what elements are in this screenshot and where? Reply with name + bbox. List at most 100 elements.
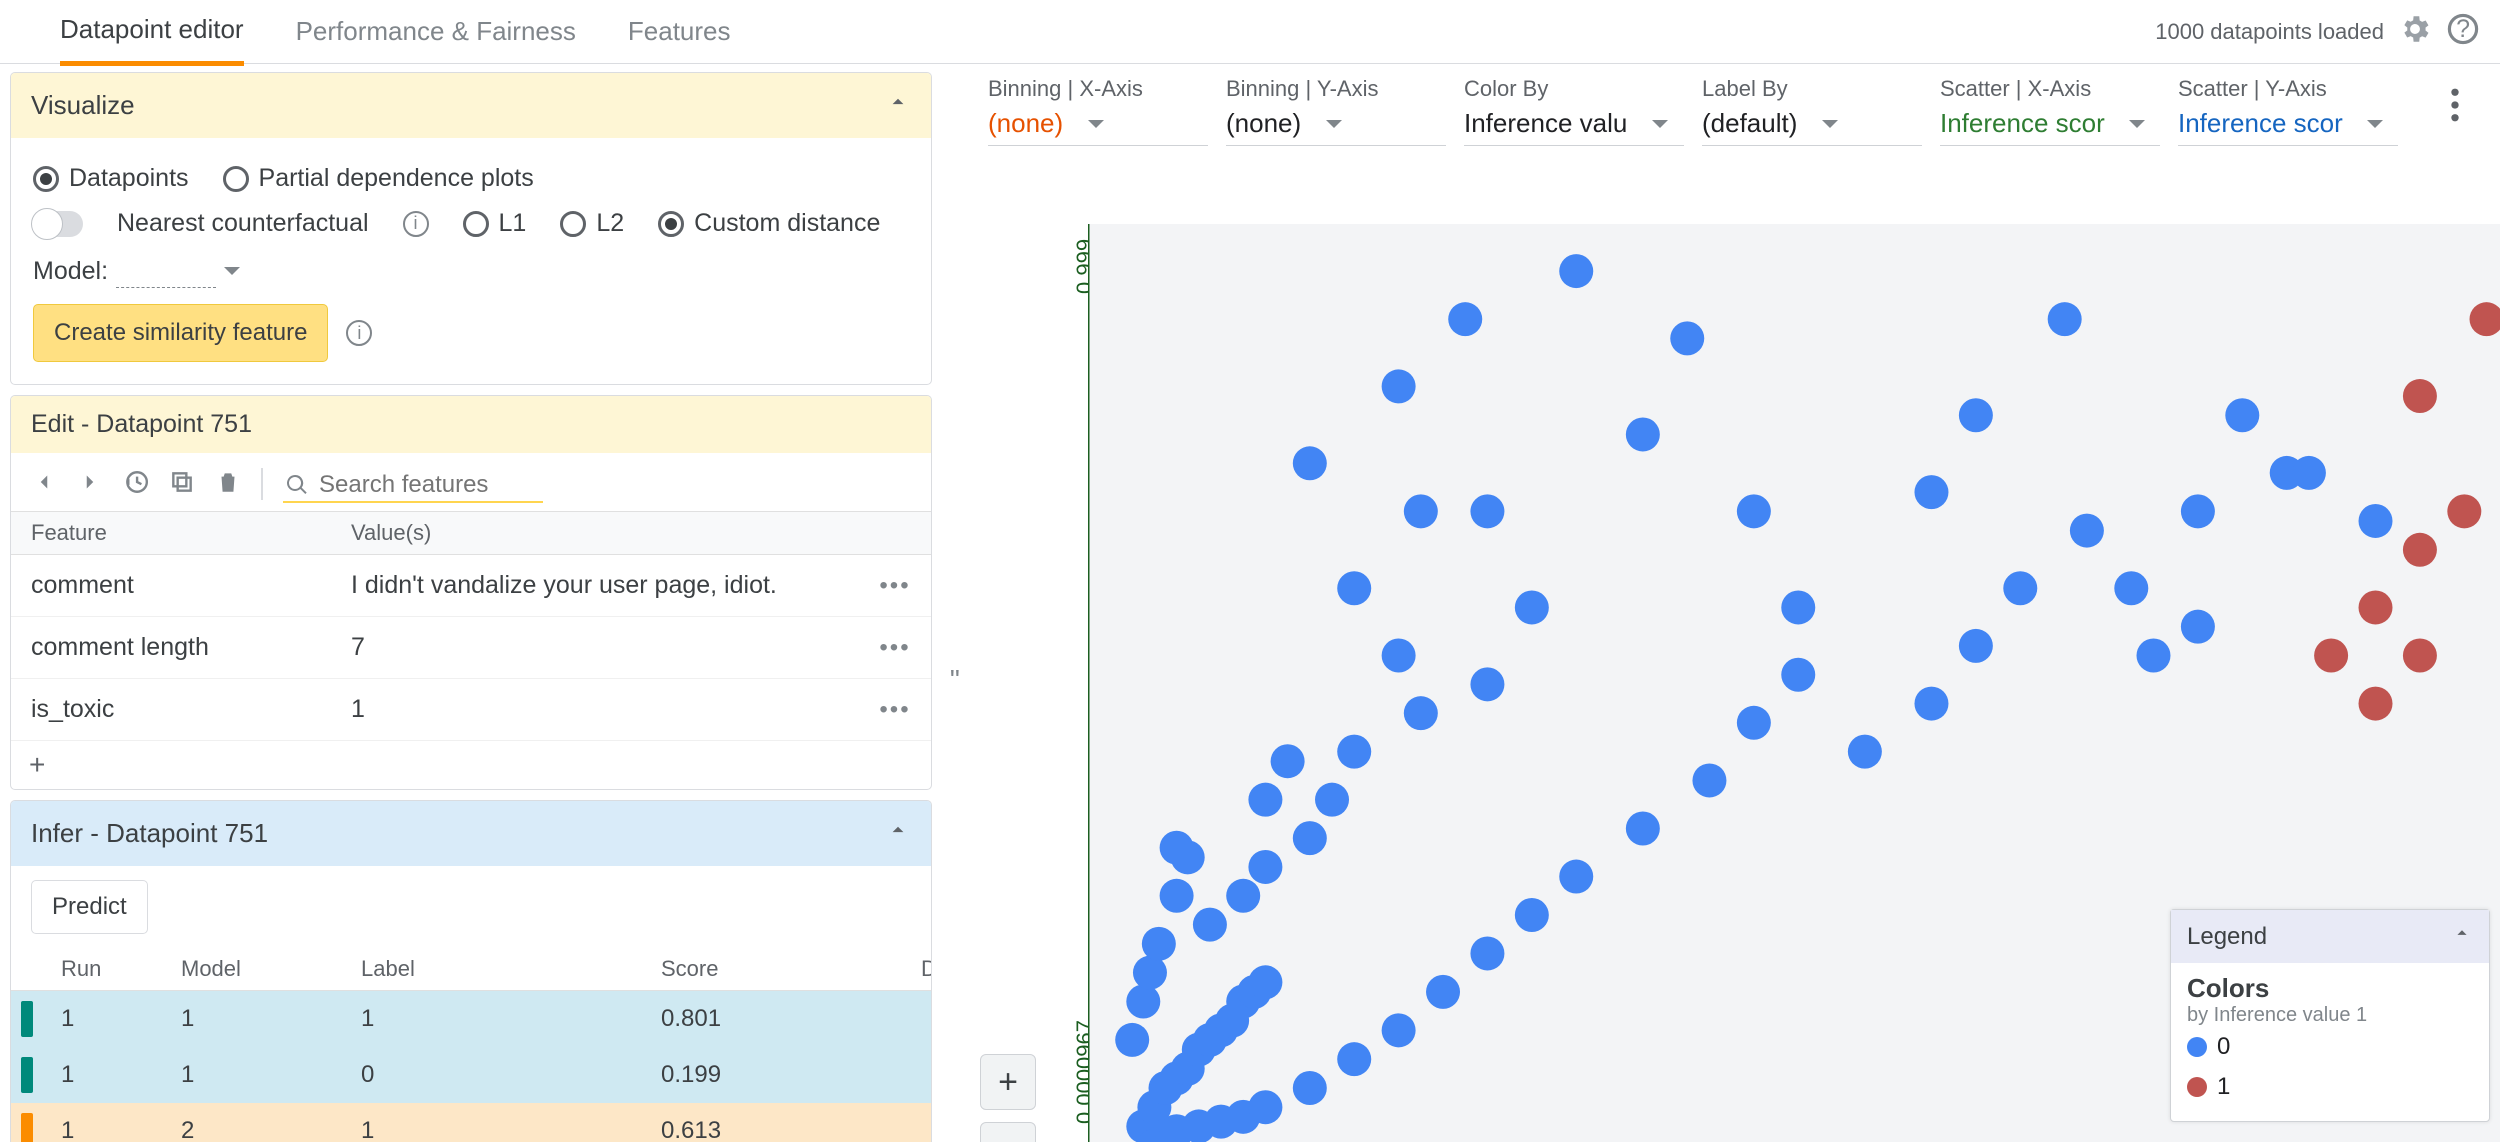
row-menu-icon[interactable]: ••• <box>831 572 911 600</box>
scatter-point[interactable] <box>1959 629 1993 663</box>
scatter-point[interactable] <box>1337 735 1371 769</box>
scatter-point[interactable] <box>1193 908 1227 942</box>
create-similarity-button[interactable]: Create similarity feature <box>33 304 328 362</box>
scatter-point[interactable] <box>1737 494 1771 528</box>
infer-row[interactable]: 1110.801 <box>11 991 931 1047</box>
toggle-nearest-counterfactual[interactable] <box>33 211 83 237</box>
scatter-point[interactable] <box>1248 783 1282 817</box>
scatter-point[interactable] <box>1670 321 1704 355</box>
radio-datapoints[interactable]: Datapoints <box>33 164 189 193</box>
scatter-point[interactable] <box>2447 494 2481 528</box>
feature-row[interactable]: commentI didn't vandalize your user page… <box>11 555 931 617</box>
radio-l2[interactable]: L2 <box>560 209 624 238</box>
scatter-point[interactable] <box>1515 898 1549 932</box>
radio-pdp[interactable]: Partial dependence plots <box>223 164 534 193</box>
feature-row[interactable]: comment length7••• <box>11 617 931 679</box>
search-features-input[interactable] <box>283 465 543 503</box>
scatter-point[interactable] <box>1914 687 1948 721</box>
model-select[interactable]: Model: <box>33 254 240 288</box>
scatter-point[interactable] <box>1248 850 1282 884</box>
viz-control[interactable]: Binning | X-Axis(none) <box>988 76 1208 146</box>
vc-value[interactable]: Inference scor <box>1940 106 2160 146</box>
radio-custom-distance[interactable]: Custom distance <box>658 209 880 238</box>
scatter-point[interactable] <box>1293 446 1327 480</box>
scatter-point[interactable] <box>1248 965 1282 999</box>
scatter-point[interactable] <box>1271 744 1305 778</box>
scatter-point[interactable] <box>1160 879 1194 913</box>
scatter-point[interactable] <box>2181 610 2215 644</box>
viz-control[interactable]: Binning | Y-Axis(none) <box>1226 76 1446 146</box>
scatter-point[interactable] <box>1404 696 1438 730</box>
scatter-point[interactable] <box>2403 379 2437 413</box>
scatter-point[interactable] <box>1914 475 1948 509</box>
copy-icon[interactable] <box>169 469 195 500</box>
scatter-point[interactable] <box>1115 1023 1149 1057</box>
scatter-point[interactable] <box>2070 514 2104 548</box>
delete-icon[interactable] <box>215 469 241 500</box>
scatter-point[interactable] <box>1959 398 1993 432</box>
scatter-point[interactable] <box>1404 494 1438 528</box>
scatter-point[interactable] <box>1781 658 1815 692</box>
scatter-point[interactable] <box>1142 927 1176 961</box>
vc-value[interactable]: (default) <box>1702 106 1922 146</box>
prev-icon[interactable] <box>31 469 57 500</box>
help-icon[interactable]: ? <box>2446 12 2480 52</box>
pane-splitter[interactable]: " <box>942 64 968 1142</box>
scatter-point[interactable] <box>1226 879 1260 913</box>
scatter-point[interactable] <box>1781 590 1815 624</box>
legend-header[interactable]: Legend <box>2171 910 2489 963</box>
scatter-point[interactable] <box>1626 812 1660 846</box>
scatter-point[interactable] <box>1448 302 1482 336</box>
scatter-point[interactable] <box>2314 639 2348 673</box>
info-icon[interactable]: i <box>403 211 429 237</box>
scatter-point[interactable] <box>1337 1042 1371 1076</box>
scatter-point[interactable] <box>1470 494 1504 528</box>
scatter-point[interactable] <box>1382 369 1416 403</box>
scatter-point[interactable] <box>1470 667 1504 701</box>
history-icon[interactable] <box>123 469 149 500</box>
tab-performance-fairness[interactable]: Performance & Fairness <box>296 0 576 63</box>
info-icon[interactable]: i <box>346 320 372 346</box>
viz-control[interactable]: Label By(default) <box>1702 76 1922 146</box>
tab-datapoint-editor[interactable]: Datapoint editor <box>60 0 244 66</box>
vc-value[interactable]: Inference valu <box>1464 106 1684 146</box>
viz-menu-icon[interactable] <box>2450 76 2480 128</box>
chevron-up-icon[interactable] <box>885 817 911 850</box>
zoom-out-button[interactable]: − <box>980 1122 1036 1142</box>
scatter-point[interactable] <box>1382 639 1416 673</box>
feature-value[interactable]: 1 <box>351 695 831 724</box>
scatter-point[interactable] <box>1293 1071 1327 1105</box>
scatter-point[interactable] <box>1470 936 1504 970</box>
scatter-point[interactable] <box>1160 831 1194 865</box>
scatter-point[interactable] <box>2359 504 2393 538</box>
gear-icon[interactable] <box>2398 12 2432 52</box>
tab-features[interactable]: Features <box>628 0 731 63</box>
chevron-up-icon[interactable] <box>885 89 911 122</box>
infer-row[interactable]: 1210.613 <box>11 1103 931 1142</box>
scatter-point[interactable] <box>1737 706 1771 740</box>
scatter-point[interactable] <box>2003 571 2037 605</box>
radio-l1[interactable]: L1 <box>463 209 527 238</box>
next-icon[interactable] <box>77 469 103 500</box>
scatter-point[interactable] <box>1626 417 1660 451</box>
scatter-point[interactable] <box>1337 571 1371 605</box>
scatter-point[interactable] <box>1426 975 1460 1009</box>
scatter-point[interactable] <box>1559 254 1593 288</box>
scatter-point[interactable] <box>1315 783 1349 817</box>
feature-value[interactable]: I didn't vandalize your user page, idiot… <box>351 571 831 600</box>
scatter-point[interactable] <box>1293 821 1327 855</box>
viz-control[interactable]: Color ByInference valu <box>1464 76 1684 146</box>
scatter-point[interactable] <box>2359 590 2393 624</box>
vc-value[interactable]: (none) <box>988 106 1208 146</box>
scatter-point[interactable] <box>2048 302 2082 336</box>
chevron-up-icon[interactable] <box>2451 922 2473 951</box>
feature-row[interactable]: is_toxic1••• <box>11 679 931 741</box>
vc-value[interactable]: (none) <box>1226 106 1446 146</box>
scatter-point[interactable] <box>1692 763 1726 797</box>
viz-control[interactable]: Scatter | Y-AxisInference scor <box>2178 76 2398 146</box>
zoom-in-button[interactable]: + <box>980 1054 1036 1110</box>
scatter-point[interactable] <box>1248 1090 1282 1124</box>
infer-header[interactable]: Infer - Datapoint 751 <box>11 801 931 866</box>
scatter-point[interactable] <box>1126 984 1160 1018</box>
vc-value[interactable]: Inference scor <box>2178 106 2398 146</box>
